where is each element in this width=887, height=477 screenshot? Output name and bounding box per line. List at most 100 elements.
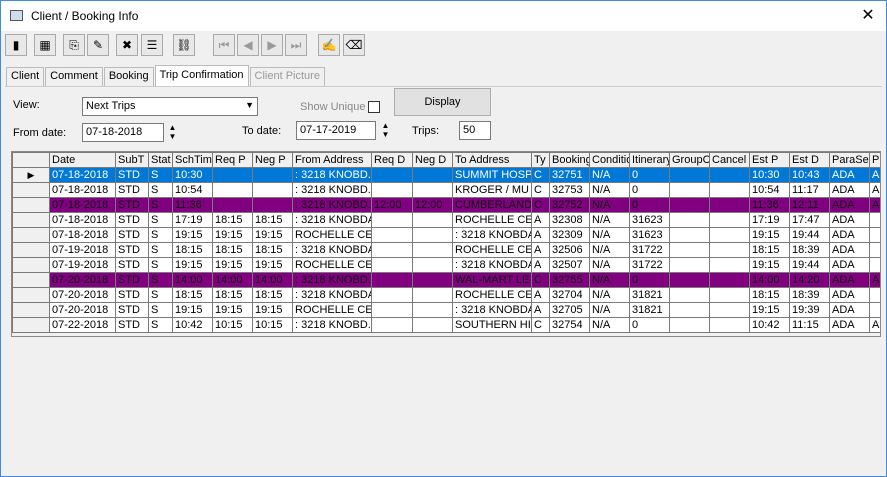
- cell-neg-p[interactable]: 14:00: [252, 272, 293, 288]
- column-header[interactable]: Cancel: [709, 152, 750, 168]
- cell-itinerary[interactable]: 0: [629, 272, 670, 288]
- cell-req-d[interactable]: [371, 317, 413, 333]
- first-record-button[interactable]: ⏮: [213, 34, 235, 56]
- to-date-spinner[interactable]: ▲ ▼: [379, 121, 392, 140]
- cell-to-address[interactable]: SOUTHERN HI: [452, 317, 532, 333]
- cell-p[interactable]: [869, 242, 880, 258]
- cell-est-p[interactable]: 11:36: [749, 197, 790, 213]
- cell-req-p[interactable]: [212, 182, 253, 198]
- cell-itinerary[interactable]: 0: [629, 317, 670, 333]
- cell-date[interactable]: 07-20-2018: [49, 287, 116, 303]
- column-header[interactable]: From Address: [292, 152, 372, 168]
- cell-from-address[interactable]: : 3218 KNOBDA: [292, 287, 372, 303]
- column-header[interactable]: Req D: [371, 152, 413, 168]
- cell-req-d[interactable]: [371, 257, 413, 273]
- cell-itinerary[interactable]: 0: [629, 197, 670, 213]
- cell-neg-d[interactable]: [412, 317, 453, 333]
- cell-req-d[interactable]: [371, 272, 413, 288]
- row-selector[interactable]: [12, 257, 50, 273]
- cell-req-p[interactable]: 18:15: [212, 287, 253, 303]
- cell-subt[interactable]: STD: [115, 257, 149, 273]
- cell-to-address[interactable]: : 3218 KNOBDA: [452, 302, 532, 318]
- cell-req-p[interactable]: 19:15: [212, 257, 253, 273]
- calendar-button[interactable]: ▦: [34, 34, 56, 56]
- table-row[interactable]: 07-18-2018 STD S 19:15 19:15 19:15 ROCHELLE CE…: [12, 227, 880, 243]
- trips-input[interactable]: 50: [459, 121, 491, 140]
- cell-parase[interactable]: ADA: [829, 302, 870, 318]
- cell-date[interactable]: 07-18-2018: [49, 197, 116, 213]
- cell-subt[interactable]: STD: [115, 242, 149, 258]
- next-record-button[interactable]: ▶: [261, 34, 283, 56]
- cell-req-d[interactable]: [371, 242, 413, 258]
- cell-stat[interactable]: S: [148, 302, 173, 318]
- cell-cancel[interactable]: [709, 167, 750, 183]
- cell-ty[interactable]: C: [531, 182, 550, 198]
- cell-neg-p[interactable]: [252, 182, 293, 198]
- column-header[interactable]: Est D: [789, 152, 830, 168]
- tab-comment[interactable]: Comment: [45, 67, 103, 87]
- row-selector[interactable]: [12, 302, 50, 318]
- cell-est-p[interactable]: 18:15: [749, 287, 790, 303]
- cell-stat[interactable]: S: [148, 242, 173, 258]
- cell-req-p[interactable]: 18:15: [212, 242, 253, 258]
- cell-neg-d[interactable]: [412, 287, 453, 303]
- cell-from-address[interactable]: : 3218 KNOBD.: [292, 167, 372, 183]
- cell-subt[interactable]: STD: [115, 167, 149, 183]
- cell-neg-p[interactable]: 19:15: [252, 257, 293, 273]
- row-selector[interactable]: [12, 197, 50, 213]
- table-row[interactable]: 07-20-2018 STD S 14:00 14:00 14:00 : 3218 KNO…: [12, 272, 880, 288]
- cell-p[interactable]: A: [869, 182, 880, 198]
- cell-stat[interactable]: S: [148, 227, 173, 243]
- cell-schtime[interactable]: 19:15: [172, 257, 213, 273]
- cell-p[interactable]: [869, 302, 880, 318]
- cell-req-p[interactable]: 10:15: [212, 317, 253, 333]
- cell-neg-p[interactable]: [252, 197, 293, 213]
- from-date-spinner[interactable]: ▲ ▼: [166, 123, 179, 142]
- cell-est-d[interactable]: 11:17: [789, 182, 830, 198]
- edit-pencil-button[interactable]: ✎: [87, 34, 109, 56]
- cell-req-d[interactable]: [371, 227, 413, 243]
- cell-groupc[interactable]: [669, 212, 710, 228]
- cell-schtime[interactable]: 18:15: [172, 242, 213, 258]
- cell-p[interactable]: A: [869, 272, 880, 288]
- cell-date[interactable]: 07-18-2018: [49, 212, 116, 228]
- cell-booking[interactable]: 32705: [549, 302, 590, 318]
- cell-neg-d[interactable]: [412, 167, 453, 183]
- cell-from-address[interactable]: : 3218 KNOBD.: [292, 182, 372, 198]
- column-header[interactable]: Neg D: [412, 152, 453, 168]
- cell-parase[interactable]: ADA: [829, 287, 870, 303]
- cell-ty[interactable]: C: [531, 197, 550, 213]
- cell-schtime[interactable]: 10:42: [172, 317, 213, 333]
- cell-date[interactable]: 07-20-2018: [49, 272, 116, 288]
- cell-parase[interactable]: ADA: [829, 272, 870, 288]
- cell-est-p[interactable]: 19:15: [749, 227, 790, 243]
- cell-parase[interactable]: ADA: [829, 257, 870, 273]
- cell-est-p[interactable]: 19:15: [749, 302, 790, 318]
- cell-req-p[interactable]: 19:15: [212, 227, 253, 243]
- cell-neg-d[interactable]: [412, 242, 453, 258]
- cell-from-address[interactable]: ROCHELLE CE: [292, 257, 372, 273]
- row-selector[interactable]: [12, 317, 50, 333]
- cell-itinerary[interactable]: 31821: [629, 287, 670, 303]
- cell-booking[interactable]: 32753: [549, 182, 590, 198]
- cell-neg-d[interactable]: 12:00: [412, 197, 453, 213]
- cell-est-d[interactable]: 18:39: [789, 287, 830, 303]
- table-row[interactable]: 07-18-2018 STD S 10:54 : 3218 KNOBD. KROGER …: [12, 182, 880, 198]
- tab-booking[interactable]: Booking: [103, 67, 154, 87]
- copy-button[interactable]: ⎘: [63, 34, 85, 56]
- cell-est-d[interactable]: 19:44: [789, 227, 830, 243]
- cell-cancel[interactable]: [709, 242, 750, 258]
- cell-to-address[interactable]: ROCHELLE CE: [452, 242, 532, 258]
- row-selector[interactable]: [12, 227, 50, 243]
- cell-condition[interactable]: N/A: [589, 287, 630, 303]
- cell-neg-p[interactable]: 18:15: [252, 242, 293, 258]
- cell-neg-d[interactable]: [412, 302, 453, 318]
- display-button[interactable]: Display: [394, 88, 491, 116]
- to-date-input[interactable]: 07-17-2019: [296, 121, 376, 140]
- tab-client[interactable]: Client: [6, 67, 45, 87]
- show-unique-checkbox[interactable]: [368, 101, 380, 113]
- column-header[interactable]: Condition: [589, 152, 630, 168]
- exit-door-button[interactable]: ▮: [5, 34, 27, 56]
- cell-est-d[interactable]: 12:11: [789, 197, 830, 213]
- cell-ty[interactable]: A: [531, 287, 550, 303]
